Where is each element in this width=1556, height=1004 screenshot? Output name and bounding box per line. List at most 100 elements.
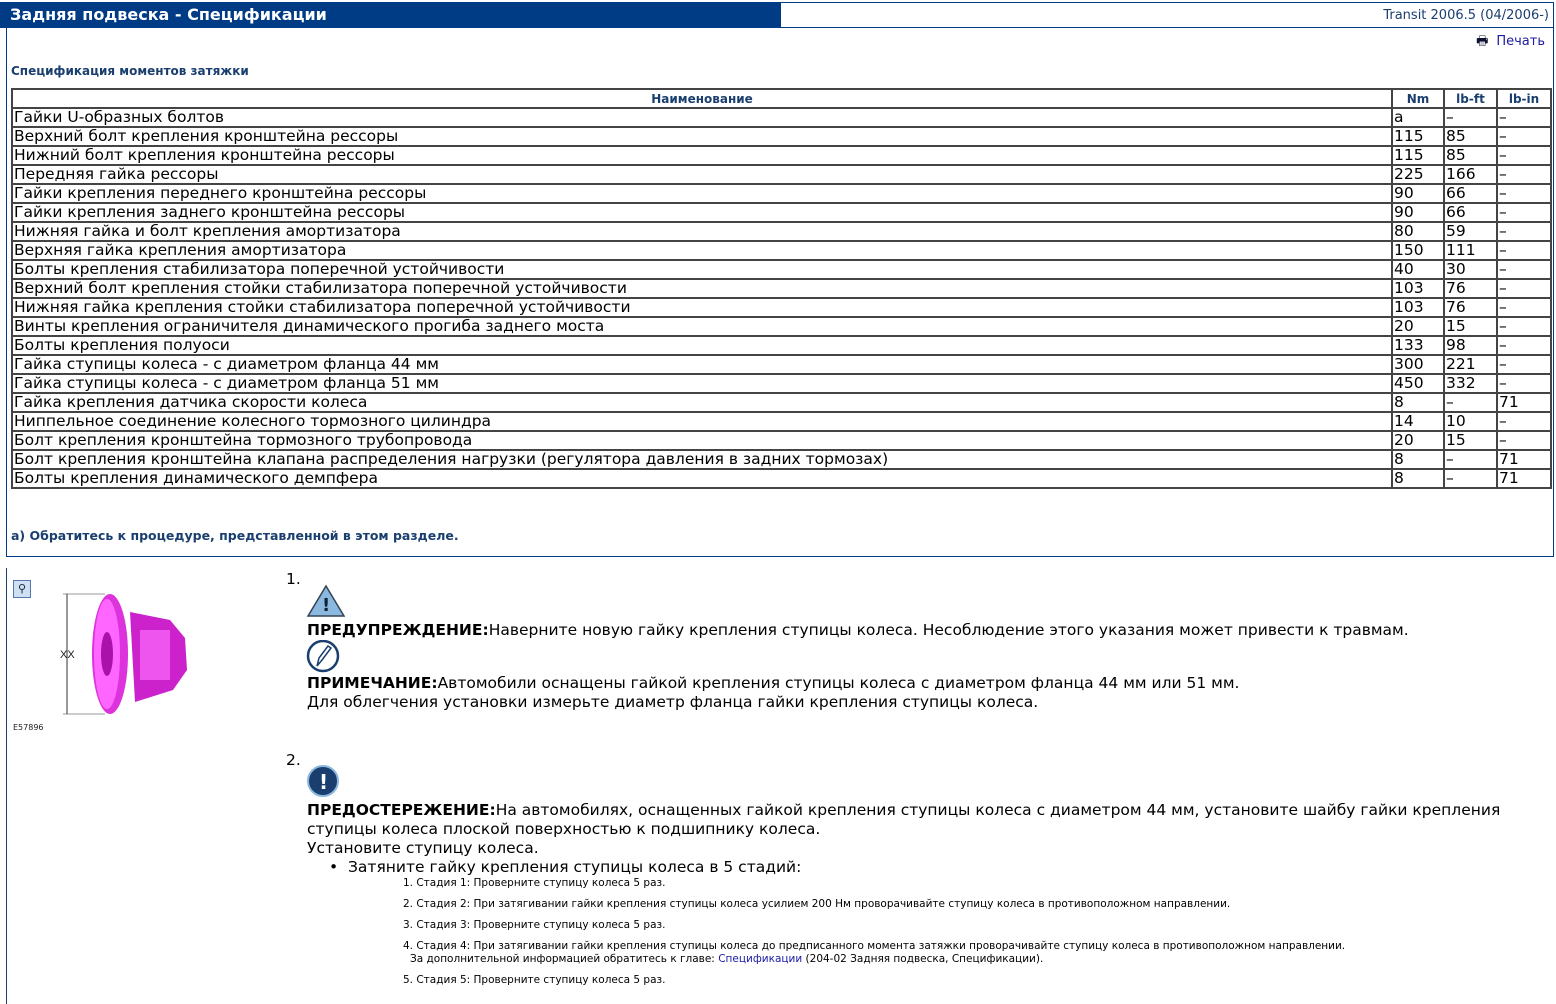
cell-lbin: – (1496, 202, 1552, 223)
cell-nm: 150 (1391, 240, 1445, 261)
table-row: Болт крепления кронштейна тормозного тру… (11, 430, 1552, 451)
cell-name: Нижняя гайка и болт крепления амортизато… (11, 221, 1393, 242)
cell-name: Болты крепления полуоси (11, 335, 1393, 356)
substep-2: 2. Стадия 2: При затягивании гайки крепл… (403, 898, 1231, 910)
cell-lbft: 30 (1443, 259, 1498, 280)
cell-lbin: – (1496, 411, 1552, 432)
zoom-image-icon[interactable]: ⚲ (13, 580, 31, 598)
cell-lbft: 85 (1443, 126, 1498, 147)
substep-4: 4. Стадия 4: При затягивании гайки крепл… (403, 940, 1346, 952)
cell-lbft: 66 (1443, 183, 1498, 204)
table-row: Гайки крепления переднего кронштейна рес… (11, 183, 1552, 204)
table-row: Болты крепления полуоси 133 98– (11, 335, 1552, 356)
table-row: Нижняя гайка и болт крепления амортизато… (11, 221, 1552, 242)
table-row: Гайка крепления датчика скорости колеса 8… (11, 392, 1552, 413)
cell-nm: 20 (1391, 430, 1445, 451)
cell-lbft: 15 (1443, 316, 1498, 337)
cell-lbin: – (1496, 430, 1552, 451)
cell-nm: 300 (1391, 354, 1445, 375)
cell-nm: 133 (1391, 335, 1445, 356)
wheel-nut-illustration: XX (60, 593, 187, 715)
cell-lbft: 66 (1443, 202, 1498, 223)
note-text: ПРИМЕЧАНИЕ:Автомобили оснащены гайкой кр… (307, 674, 1240, 711)
cell-nm: 40 (1391, 259, 1445, 280)
cell-name: Болт крепления кронштейна тормозного тру… (11, 430, 1393, 451)
cell-lbft: 332 (1443, 373, 1498, 394)
cell-lbin: – (1496, 259, 1552, 280)
cell-lbin: – (1496, 278, 1552, 299)
cell-nm: 90 (1391, 183, 1445, 204)
cell-nm: 103 (1391, 297, 1445, 318)
cell-lbin: – (1496, 240, 1552, 261)
cell-lbin: – (1496, 145, 1552, 166)
table-row: Болты крепления стабилизатора поперечной… (11, 259, 1552, 280)
cell-lbin: – (1496, 164, 1552, 185)
spec-panel: 🖶 Печать Спецификация моментов затяжки На… (6, 28, 1554, 557)
table-row: Гайка ступицы колеса - с диаметром фланц… (11, 373, 1552, 394)
table-row: Гайки крепления заднего кронштейна рессо… (11, 202, 1552, 223)
cell-lbft: – (1443, 107, 1498, 128)
table-row: Болт крепления кронштейна клапана распре… (11, 449, 1552, 470)
cell-lbft: – (1443, 449, 1498, 470)
print-link[interactable]: 🖶 Печать (1476, 32, 1545, 54)
cell-name: Гайки крепления заднего кронштейна рессо… (11, 202, 1393, 223)
cell-lbin: – (1496, 335, 1552, 356)
divider (6, 568, 7, 1004)
col-lbin: lb-in (1496, 88, 1552, 109)
table-row: Болты крепления динамического демпфера 8–… (11, 468, 1552, 489)
cell-lbft: 76 (1443, 297, 1498, 318)
specifications-link[interactable]: Спецификации (718, 953, 802, 965)
reference-line: За дополнительной информацией обратитесь… (410, 953, 1044, 965)
cell-name: Винты крепления ограничителя динамическо… (11, 316, 1393, 337)
cell-name: Ниппельное соединение колесного тормозно… (11, 411, 1393, 432)
printer-icon: 🖶 (1476, 34, 1489, 49)
table-row: Нижний болт крепления кронштейна рессоры… (11, 145, 1552, 166)
cell-lbin: – (1496, 183, 1552, 204)
figure-id: E57896 (13, 723, 44, 732)
table-row: Передняя гайка рессоры 225 166– (11, 164, 1552, 185)
substep-3: 3. Стадия 3: Проверните ступицу колеса 5… (403, 919, 666, 931)
section-subtitle: Спецификация моментов затяжки (11, 64, 249, 78)
cell-nm: 8 (1391, 468, 1445, 489)
cell-nm: 20 (1391, 316, 1445, 337)
cell-nm: 225 (1391, 164, 1445, 185)
note-pencil-icon (306, 640, 340, 673)
table-row: Винты крепления ограничителя динамическо… (11, 316, 1552, 337)
cell-nm: 103 (1391, 278, 1445, 299)
warning-icon: ! (306, 584, 346, 617)
cell-lbin: 71 (1496, 392, 1552, 413)
dimension-label: XX (60, 649, 75, 661)
cell-nm: 8 (1391, 449, 1445, 470)
cell-lbft: 15 (1443, 430, 1498, 451)
cell-lbft: 85 (1443, 145, 1498, 166)
torque-table: Наименование Nm lb-ft lb-in Гайки U-обра… (11, 88, 1552, 489)
col-name: Наименование (11, 88, 1393, 109)
cell-name: Верхняя гайка крепления амортизатора (11, 240, 1393, 261)
page-title: Задняя подвеска - Спецификации (0, 2, 780, 28)
cell-lbft: 166 (1443, 164, 1498, 185)
cell-lbin: – (1496, 107, 1552, 128)
cell-name: Гайка ступицы колеса - с диаметром фланц… (11, 373, 1393, 394)
table-row: Верхняя гайка крепления амортизатора 150 1… (11, 240, 1552, 261)
cell-lbft: 10 (1443, 411, 1498, 432)
title-bar: Задняя подвеска - Спецификации Transit 2… (0, 0, 1556, 28)
cell-lbin: – (1496, 297, 1552, 318)
cell-name: Гайки крепления переднего кронштейна рес… (11, 183, 1393, 204)
cell-name: Нижняя гайка крепления стойки стабилизат… (11, 297, 1393, 318)
cell-lbin: – (1496, 126, 1552, 147)
cell-lbft: 59 (1443, 221, 1498, 242)
cell-name: Верхний болт крепления стойки стабилизат… (11, 278, 1393, 299)
cell-name: Гайка крепления датчика скорости колеса (11, 392, 1393, 413)
col-lbft: lb-ft (1443, 88, 1498, 109)
cell-lbin: – (1496, 354, 1552, 375)
cell-lbft: 221 (1443, 354, 1498, 375)
cell-nm: 115 (1391, 126, 1445, 147)
model-label: Transit 2006.5 (04/2006-) (780, 2, 1554, 28)
cell-name: Гайки U-образных болтов (11, 107, 1393, 128)
col-nm: Nm (1391, 88, 1445, 109)
cell-name: Болты крепления стабилизатора поперечной… (11, 259, 1393, 280)
svg-text:!: ! (322, 595, 330, 616)
cell-name: Нижний болт крепления кронштейна рессоры (11, 145, 1393, 166)
cell-lbin: 71 (1496, 449, 1552, 470)
cell-name: Болт крепления кронштейна клапана распре… (11, 449, 1393, 470)
